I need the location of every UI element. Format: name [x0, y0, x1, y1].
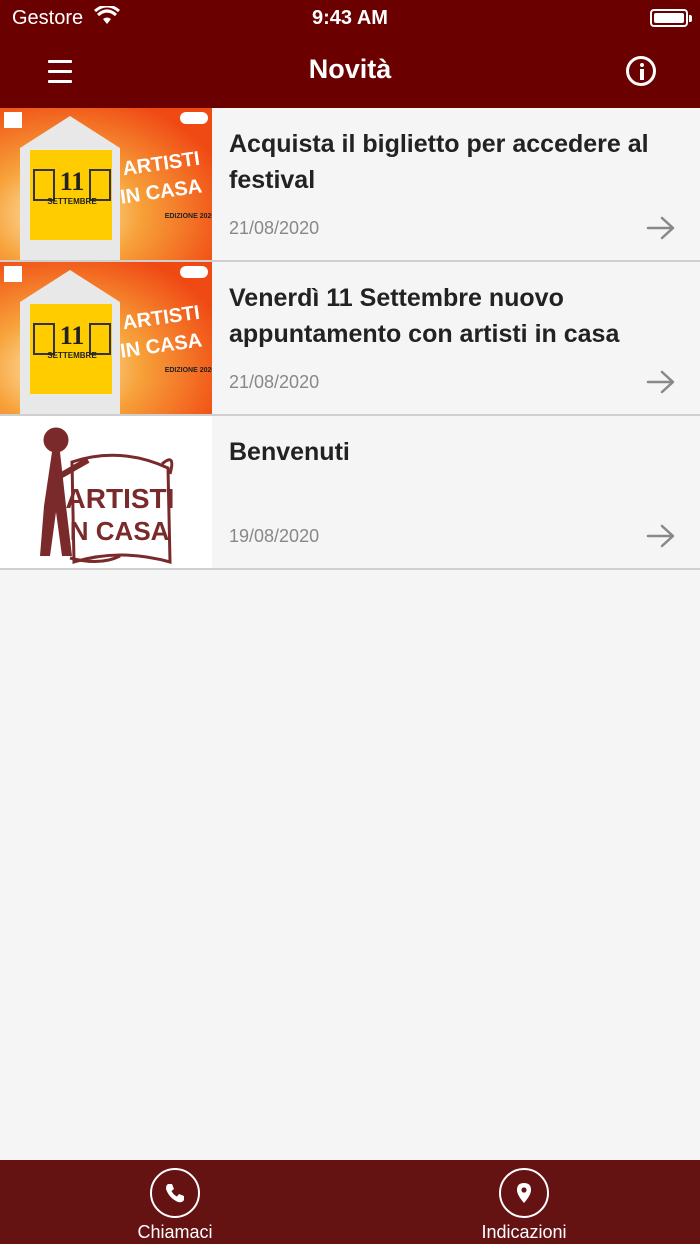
location-pin-icon — [499, 1168, 549, 1218]
tab-label: Indicazioni — [481, 1222, 567, 1242]
news-item[interactable]: ARTISTI IN CASA Benvenuti 19/08/2020 — [0, 416, 700, 570]
phone-icon — [150, 1168, 200, 1218]
news-item-title: Benvenuti — [229, 438, 350, 466]
tab-indicazioni[interactable]: Indicazioni — [424, 1160, 624, 1244]
svg-text:EDIZIONE 2020: EDIZIONE 2020 — [165, 213, 212, 220]
news-item[interactable]: 11 SETTEMBRE ARTISTI IN CASA EDIZIONE 20… — [0, 108, 700, 262]
poster-day: 11 — [60, 167, 85, 196]
tab-label: Chiamaci — [137, 1222, 213, 1242]
arrow-right-icon — [646, 370, 675, 394]
clock: 9:43 AM — [312, 7, 388, 29]
arrow-right-icon — [646, 216, 675, 240]
tab-chiamaci[interactable]: Chiamaci — [75, 1160, 275, 1244]
news-item-date: 21/08/2020 — [229, 372, 320, 392]
news-item-date: 21/08/2020 — [229, 218, 320, 238]
news-item-title: Acquista il biglietto per accedere al fe… — [229, 130, 649, 194]
status-bar: Gestore 9:43 AM — [0, 0, 700, 36]
battery-icon — [650, 9, 692, 27]
poster-thumbnail: 11 SETTEMBRE ARTISTI IN CASA EDIZIONE 20… — [0, 262, 212, 414]
news-item-date: 19/08/2020 — [229, 526, 320, 546]
arrow-right-icon — [646, 524, 675, 548]
hamburger-menu-icon[interactable] — [40, 56, 80, 88]
poster-month: SETTEMBRE — [47, 351, 97, 360]
poster-month: SETTEMBRE — [47, 197, 97, 206]
page-title: Novità — [308, 54, 392, 84]
svg-text:IN CASA: IN CASA — [63, 516, 170, 546]
app-header: Gestore 9:43 AM Novità — [0, 0, 700, 108]
svg-text:EDIZIONE 2020: EDIZIONE 2020 — [165, 367, 212, 374]
logo-thumbnail: ARTISTI IN CASA — [0, 416, 212, 568]
nav-bar: Novità — [0, 36, 700, 108]
news-item-title: Venerdì 11 Settembre nuovo appuntamento … — [229, 284, 620, 348]
info-icon[interactable] — [626, 56, 656, 86]
bottom-tab-bar: Chiamaci Indicazioni — [0, 1160, 700, 1244]
news-list: 11 SETTEMBRE ARTISTI IN CASA EDIZIONE 20… — [0, 108, 700, 570]
poster-day: 11 — [60, 321, 85, 350]
poster-thumbnail: 11 SETTEMBRE ARTISTI IN CASA EDIZIONE 20… — [0, 108, 212, 260]
news-item[interactable]: 11 SETTEMBRE ARTISTI IN CASA EDIZIONE 20… — [0, 262, 700, 416]
svg-text:ARTISTI: ARTISTI — [66, 483, 175, 514]
